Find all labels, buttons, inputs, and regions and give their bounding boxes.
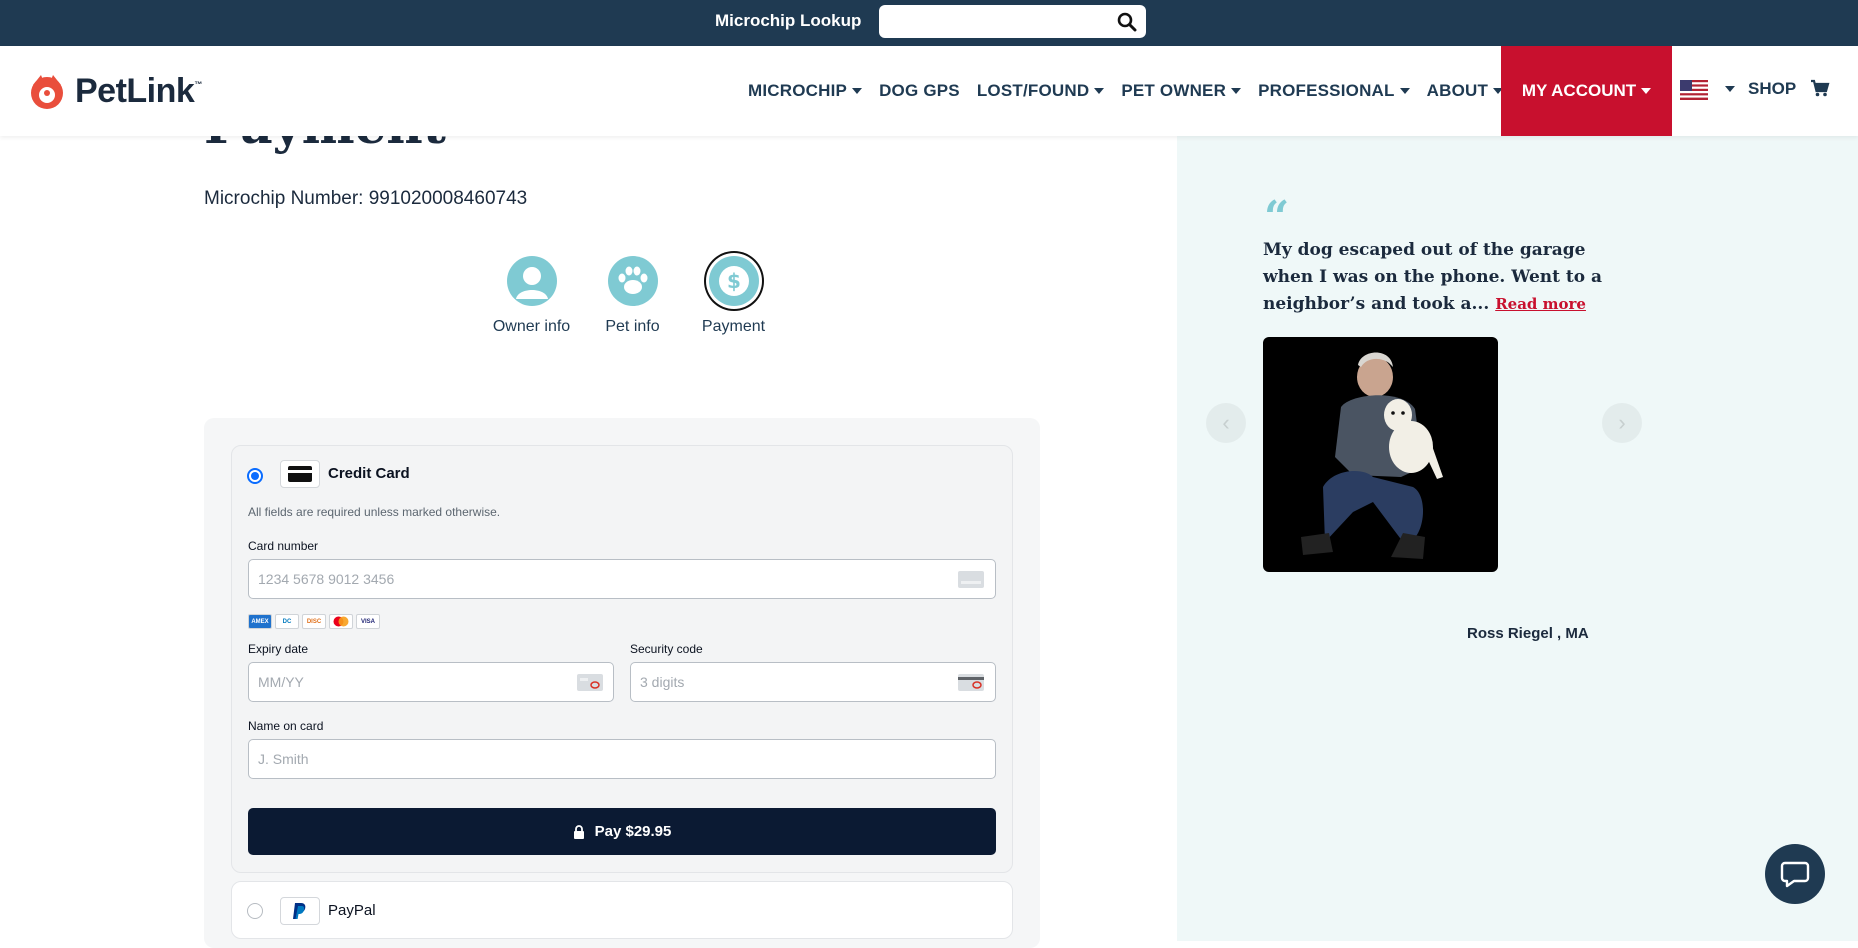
- paw-icon: [607, 256, 658, 306]
- discover-logo-icon: DISC: [302, 614, 326, 629]
- name-on-card-input[interactable]: [248, 739, 996, 779]
- shop-link[interactable]: SHOP: [1748, 79, 1796, 99]
- name-on-card-label: Name on card: [248, 719, 324, 733]
- step-pet-info[interactable]: Pet info: [585, 256, 680, 336]
- card-number-input[interactable]: [248, 559, 996, 599]
- credit-card-title: Credit Card: [328, 465, 410, 482]
- nav-item-dog-gps[interactable]: DOG GPS: [879, 81, 960, 101]
- lock-icon: [573, 824, 584, 839]
- paypal-icon: [280, 897, 320, 925]
- chevron-down-icon: [852, 88, 863, 94]
- step-label: Pet info: [605, 318, 660, 335]
- testimonial-quote: My dog escaped out of the garage when I …: [1263, 240, 1603, 314]
- dollar-icon: $: [708, 256, 759, 306]
- step-label: Owner info: [492, 318, 571, 335]
- nav-item-pet-owner[interactable]: PET OWNER: [1121, 81, 1242, 101]
- card-placeholder-icon: [958, 571, 984, 588]
- microchip-number: Microchip Number: 991020008460743: [204, 188, 528, 209]
- cart-icon[interactable]: [1810, 78, 1830, 98]
- chevron-down-icon: [1641, 88, 1652, 94]
- required-fields-hint: All fields are required unless marked ot…: [248, 505, 501, 519]
- paypal-title: PayPal: [328, 902, 376, 919]
- expiry-input[interactable]: [248, 662, 614, 702]
- mastercard-logo-icon: [329, 614, 353, 629]
- pay-button[interactable]: Pay $29.95: [248, 808, 996, 855]
- pay-button-label: Pay $29.95: [594, 823, 672, 840]
- language-chevron-down-icon[interactable]: [1725, 86, 1735, 92]
- microchip-lookup-bar: Microchip Lookup: [0, 0, 1858, 46]
- step-payment[interactable]: $ Payment: [686, 256, 781, 336]
- chevron-down-icon: [1399, 88, 1410, 94]
- logo-text: PetLink™: [75, 71, 202, 110]
- person-icon: [506, 256, 557, 306]
- search-icon[interactable]: [1117, 12, 1137, 32]
- chevron-down-icon: [1231, 88, 1242, 94]
- lookup-label: Microchip Lookup: [715, 11, 862, 30]
- cvc-card-icon: [958, 674, 984, 691]
- carousel-next-arrow[interactable]: ›: [1602, 403, 1642, 443]
- read-more-link[interactable]: Read more: [1495, 295, 1586, 313]
- petlink-logo[interactable]: PetLink™: [27, 70, 202, 112]
- registration-steps: Owner info Pet info $ Payment: [484, 256, 787, 336]
- visa-logo-icon: VISA: [356, 614, 380, 629]
- expiry-card-icon: [577, 674, 603, 691]
- quote-icon: “: [1264, 192, 1290, 243]
- card-number-label: Card number: [248, 539, 319, 553]
- man-with-puppy-image: [1301, 352, 1443, 559]
- petlink-logo-icon: [31, 75, 63, 109]
- testimonial-photo: [1263, 337, 1498, 572]
- security-code-label: Security code: [630, 642, 703, 656]
- my-account-button[interactable]: MY ACCOUNT: [1501, 46, 1672, 136]
- chevron-down-icon: [1094, 88, 1105, 94]
- svg-text:$: $: [727, 269, 741, 293]
- card-brand-logos: AMEX DC DISC VISA: [248, 614, 383, 629]
- chat-button[interactable]: [1765, 844, 1825, 904]
- chat-bubble-icon: [1780, 861, 1810, 888]
- nav-item-microchip[interactable]: MICROCHIP: [748, 81, 863, 101]
- nav-item-about[interactable]: ABOUT: [1427, 81, 1504, 101]
- amex-logo-icon: AMEX: [248, 614, 272, 629]
- carousel-prev-arrow[interactable]: ‹: [1206, 403, 1246, 443]
- credit-card-icon: [280, 460, 320, 488]
- expiry-label: Expiry date: [248, 642, 309, 656]
- paypal-radio[interactable]: [247, 903, 263, 919]
- nav-item-professional[interactable]: PROFESSIONAL: [1258, 81, 1410, 101]
- us-flag-icon[interactable]: [1680, 80, 1708, 100]
- security-code-input[interactable]: [630, 662, 996, 702]
- credit-card-radio[interactable]: [247, 468, 263, 484]
- diners-logo-icon: DC: [275, 614, 299, 629]
- nav-item-lost-found[interactable]: LOST/FOUND: [977, 81, 1105, 101]
- nav-menu: MICROCHIP DOG GPS LOST/FOUND PET OWNER P…: [748, 46, 1520, 136]
- main-nav: PetLink™ MICROCHIP DOG GPS LOST/FOUND PE…: [0, 46, 1858, 136]
- step-owner-info[interactable]: Owner info: [484, 256, 579, 336]
- testimonial-author: Ross Riegel , MA: [1467, 625, 1589, 642]
- lookup-search-field[interactable]: [879, 5, 1146, 38]
- step-label: Payment: [701, 318, 766, 335]
